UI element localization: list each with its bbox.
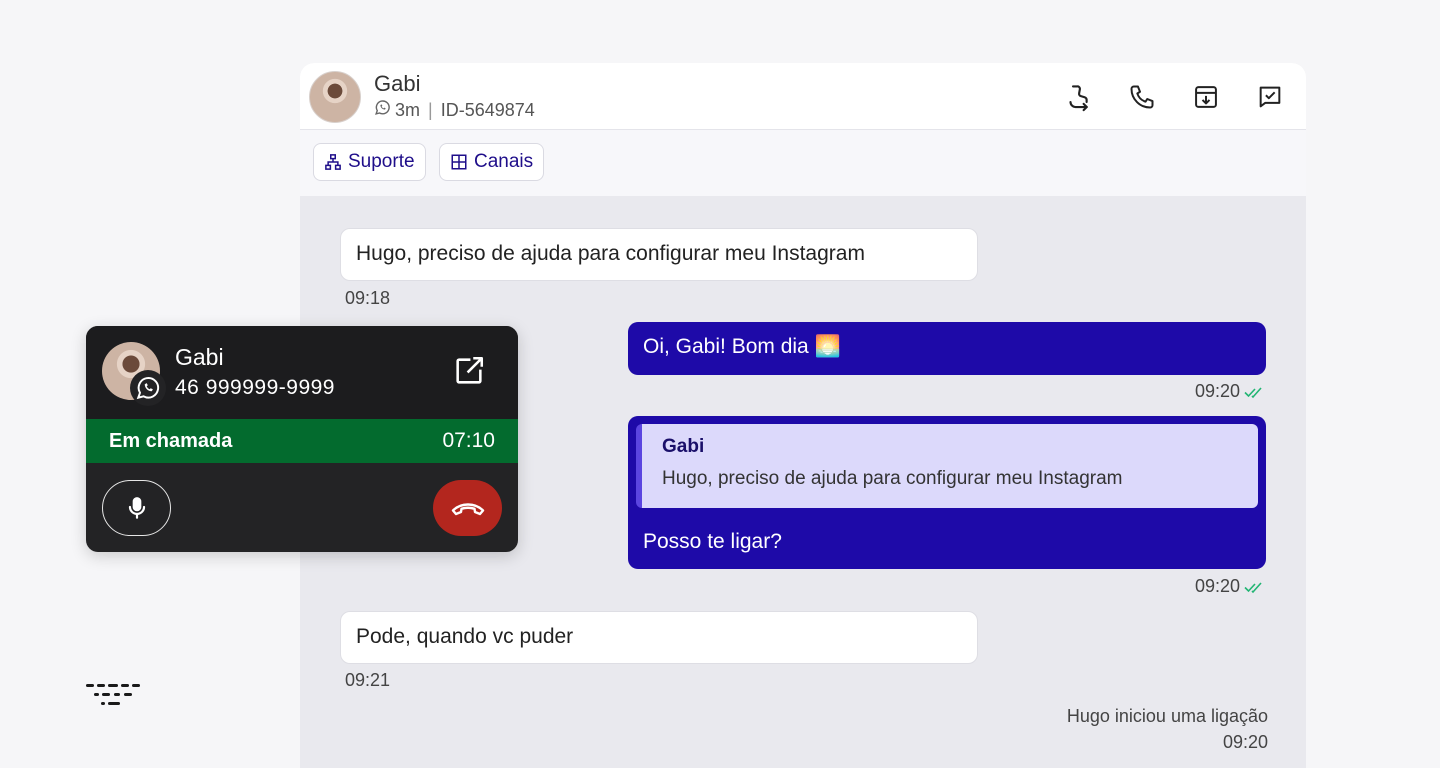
phone-icon	[1130, 85, 1154, 109]
transfer-button[interactable]	[1062, 81, 1094, 113]
call-widget: Gabi 46 999999-9999 Em chamada 07:10	[86, 326, 518, 552]
header-actions	[1062, 81, 1286, 113]
whatsapp-icon	[136, 377, 160, 400]
popout-button[interactable]	[452, 354, 486, 388]
message-time: 09:20	[1194, 381, 1240, 401]
mute-button[interactable]	[102, 480, 171, 536]
contact-avatar[interactable]	[309, 71, 361, 123]
sitemap-icon	[325, 154, 341, 170]
system-notice-time: 09:20	[1222, 732, 1268, 752]
message-text: Posso te ligar?	[643, 530, 782, 553]
call-duration: 07:10	[442, 429, 495, 452]
contact-name: Gabi	[374, 71, 421, 96]
message-time: 09:20	[1194, 576, 1240, 596]
call-status-bar: Em chamada 07:10	[86, 419, 518, 463]
archive-button[interactable]	[1190, 81, 1222, 113]
message-time: 09:21	[345, 670, 391, 690]
message-text: Pode, quando vc puder	[356, 625, 574, 648]
tag-label: Suporte	[348, 151, 415, 172]
brand-logo	[86, 684, 140, 705]
outgoing-reply-message[interactable]: Gabi Hugo, preciso de ajuda para configu…	[628, 416, 1266, 569]
quoted-message[interactable]: Gabi Hugo, preciso de ajuda para configu…	[636, 424, 1258, 508]
call-button[interactable]	[1126, 81, 1158, 113]
tag-label: Canais	[474, 151, 534, 172]
tags-bar: Suporte Canais	[300, 130, 1306, 196]
archive-icon	[1195, 86, 1217, 108]
outgoing-message[interactable]: Oi, Gabi! Bom dia 🌅	[628, 322, 1266, 375]
call-status: Em chamada	[109, 429, 233, 452]
quote-text: Hugo, preciso de ajuda para configurar m…	[662, 468, 1123, 489]
last-seen: 3m	[395, 99, 421, 120]
transfer-icon	[1069, 85, 1088, 112]
whatsapp-icon	[374, 99, 391, 121]
tag-suporte[interactable]: Suporte	[313, 143, 426, 181]
resolve-button[interactable]	[1254, 81, 1286, 113]
hangup-button[interactable]	[433, 480, 502, 536]
meta-divider: |	[428, 99, 433, 120]
microphone-icon	[128, 497, 145, 519]
resolve-icon	[1259, 86, 1281, 108]
chat-header: Gabi 3m | ID-5649874	[300, 63, 1306, 130]
double-check-icon	[1244, 581, 1262, 593]
grid-icon	[451, 154, 467, 170]
message-time-row: 09:20	[1195, 381, 1266, 402]
double-check-icon	[1244, 386, 1262, 398]
message-text: Hugo, preciso de ajuda para configurar m…	[356, 242, 865, 265]
hangup-icon	[451, 503, 484, 516]
system-notice: Hugo iniciou uma ligação	[1066, 706, 1268, 726]
message-time: 09:18	[345, 288, 391, 308]
message-text: Oi, Gabi! Bom dia 🌅	[643, 335, 841, 358]
incoming-message[interactable]: Hugo, preciso de ajuda para configurar m…	[340, 228, 978, 281]
contact-meta: 3m | ID-5649874	[374, 99, 535, 121]
tag-canais[interactable]: Canais	[439, 143, 545, 181]
ticket-id: ID-5649874	[440, 99, 535, 120]
caller-phone: 46 999999-9999	[175, 376, 335, 399]
quote-author: Gabi	[662, 436, 705, 457]
external-link-icon	[456, 356, 484, 384]
call-header: Gabi 46 999999-9999	[86, 326, 518, 419]
caller-name: Gabi	[175, 344, 224, 370]
whatsapp-badge	[130, 370, 166, 406]
incoming-message[interactable]: Pode, quando vc puder	[340, 611, 978, 664]
message-time-row: 09:20	[1195, 576, 1266, 597]
